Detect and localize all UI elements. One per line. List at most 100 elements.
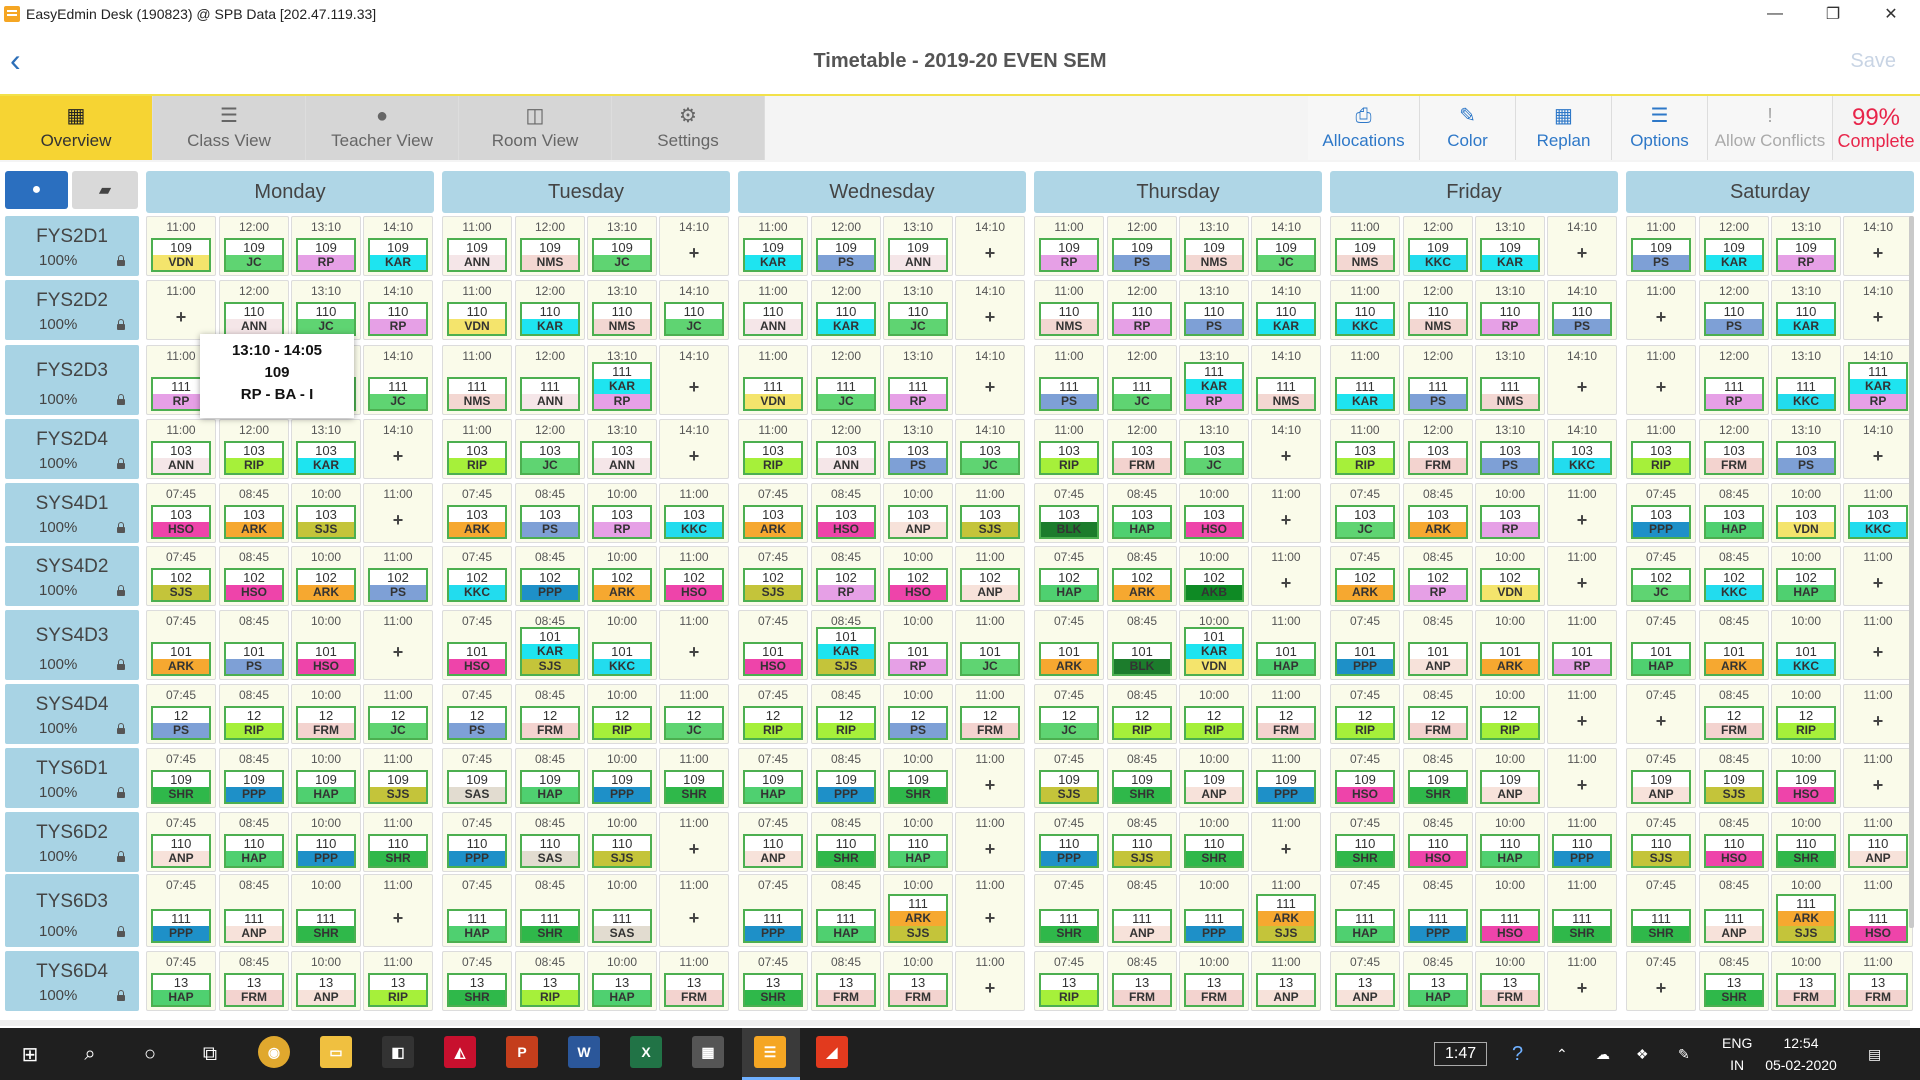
period-cell[interactable]: 08:45 109 PPP <box>219 748 289 808</box>
period-cell[interactable]: 12:00 109 JC <box>219 216 289 276</box>
period-cell[interactable]: 08:45 109 SHR <box>1107 748 1177 808</box>
period-cell[interactable]: 07:45 13 RIP <box>1034 951 1104 1011</box>
add-period-icon[interactable]: + <box>956 839 1024 860</box>
period-cell[interactable]: 07:45 102 SJS <box>738 546 808 606</box>
period-cell[interactable]: 14:10 111 KAR RP <box>1843 345 1913 415</box>
period-cell[interactable]: 07:45 109 HSO <box>1330 748 1400 808</box>
period-cell[interactable]: 11:00 103 RIP <box>442 419 512 479</box>
period-cell[interactable]: 12:00 103 FRM <box>1403 419 1473 479</box>
add-period-icon[interactable]: + <box>1844 642 1912 663</box>
period-cell[interactable]: 08:45 109 PPP <box>811 748 881 808</box>
store-icon[interactable]: ◧ <box>382 1036 414 1068</box>
period-cell[interactable]: 11:00 110 ANN <box>738 280 808 340</box>
period-cell[interactable]: 07:45 111 HAP <box>442 874 512 947</box>
period-cell[interactable]: 11:00 109 RP <box>1034 216 1104 276</box>
period-cell[interactable]: 11:00 110 KKC <box>1330 280 1400 340</box>
period-cell[interactable]: 11:00 13 FRM <box>659 951 729 1011</box>
add-period-icon[interactable]: + <box>1548 573 1616 594</box>
period-cell[interactable]: 10:00 103 VDN <box>1771 483 1841 543</box>
period-cell[interactable]: 07:45 110 ANP <box>738 812 808 872</box>
period-cell[interactable]: 10:00 110 SHR <box>1771 812 1841 872</box>
minimize-button[interactable]: — <box>1746 0 1804 28</box>
period-cell[interactable]: 07:45 12 JC <box>1034 684 1104 744</box>
period-cell[interactable]: 10:00 103 SJS <box>291 483 361 543</box>
period-cell[interactable]: 12:00 110 NMS <box>1403 280 1473 340</box>
period-cell[interactable]: 12:00 109 KAR <box>1699 216 1769 276</box>
period-cell[interactable]: 13:10 109 KAR <box>1475 216 1545 276</box>
class-row-label[interactable]: TYS6D1 100% <box>5 748 139 808</box>
add-period-icon[interactable]: + <box>364 510 432 531</box>
period-cell[interactable]: 11:00 109 SJS <box>363 748 433 808</box>
add-period-icon[interactable]: + <box>660 446 728 467</box>
period-cell[interactable]: 12:00 111 JC <box>1107 345 1177 415</box>
period-cell[interactable]: 10:00 111 SHR <box>291 874 361 947</box>
period-cell[interactable]: 10:00 101 ARK <box>1475 610 1545 680</box>
teacher-toggle-button[interactable]: ● <box>5 171 68 209</box>
empty-period-cell[interactable]: 11:00 + <box>1626 280 1696 340</box>
period-cell[interactable]: 07:45 101 HSO <box>442 610 512 680</box>
period-cell[interactable]: 11:00 12 JC <box>659 684 729 744</box>
class-row-label[interactable]: SYS4D4 100% <box>5 684 139 744</box>
period-cell[interactable]: 08:45 13 SHR <box>1699 951 1769 1011</box>
room-view-tab[interactable]: ◫ Room View <box>459 96 612 160</box>
help-icon[interactable]: ? <box>1512 1043 1523 1066</box>
add-period-icon[interactable]: + <box>1844 711 1912 732</box>
add-period-icon[interactable]: + <box>1627 307 1695 328</box>
empty-period-cell[interactable]: 14:10 + <box>659 345 729 415</box>
empty-period-cell[interactable]: 11:00 + <box>1843 684 1913 744</box>
period-cell[interactable]: 07:45 102 JC <box>1626 546 1696 606</box>
period-cell[interactable]: 10:00 111 ARK SJS <box>883 874 953 947</box>
period-cell[interactable]: 08:45 111 ANP <box>1107 874 1177 947</box>
period-cell[interactable]: 14:10 109 JC <box>1251 216 1321 276</box>
period-cell[interactable]: 10:00 13 FRM <box>1475 951 1545 1011</box>
period-cell[interactable]: 08:45 111 ANP <box>219 874 289 947</box>
clock-time[interactable]: 12:54 <box>1783 1032 1818 1054</box>
period-cell[interactable]: 11:00 109 KAR <box>738 216 808 276</box>
class-row-label[interactable]: FYS2D1 100% <box>5 216 139 276</box>
period-cell[interactable]: 10:00 12 PS <box>883 684 953 744</box>
period-cell[interactable]: 12:00 110 KAR <box>811 280 881 340</box>
language-indicator[interactable]: ENG <box>1722 1032 1752 1054</box>
empty-period-cell[interactable]: 11:00 + <box>1547 684 1617 744</box>
period-cell[interactable]: 11:00 13 FRM <box>1843 951 1913 1011</box>
word-icon[interactable]: W <box>568 1036 600 1068</box>
period-cell[interactable]: 10:00 12 RIP <box>587 684 657 744</box>
period-cell[interactable]: 07:45 111 HAP <box>1330 874 1400 947</box>
empty-period-cell[interactable]: 11:00 + <box>363 483 433 543</box>
empty-period-cell[interactable]: 11:00 + <box>1843 610 1913 680</box>
period-cell[interactable]: 13:10 110 JC <box>291 280 361 340</box>
empty-period-cell[interactable]: 11:00 + <box>1251 483 1321 543</box>
add-period-icon[interactable]: + <box>956 775 1024 796</box>
period-cell[interactable]: 12:00 111 JC <box>811 345 881 415</box>
period-cell[interactable]: 11:00 12 FRM <box>1251 684 1321 744</box>
period-cell[interactable]: 07:45 110 PPP <box>442 812 512 872</box>
period-cell[interactable]: 08:45 102 RP <box>811 546 881 606</box>
period-cell[interactable]: 11:00 12 FRM <box>955 684 1025 744</box>
period-cell[interactable]: 12:00 103 RIP <box>219 419 289 479</box>
period-cell[interactable]: 08:45 12 FRM <box>1699 684 1769 744</box>
allow-conflicts-button[interactable]: ! Allow Conflicts <box>1708 96 1833 160</box>
period-cell[interactable]: 11:00 101 HAP <box>1251 610 1321 680</box>
period-cell[interactable]: 10:00 109 ANP <box>1475 748 1545 808</box>
period-cell[interactable]: 08:45 13 HAP <box>1403 951 1473 1011</box>
period-cell[interactable]: 11:00 111 KAR <box>1330 345 1400 415</box>
period-cell[interactable]: 08:45 103 HAP <box>1699 483 1769 543</box>
period-cell[interactable]: 08:45 110 HSO <box>1403 812 1473 872</box>
add-period-icon[interactable]: + <box>660 377 728 398</box>
add-period-icon[interactable]: + <box>660 908 728 929</box>
period-cell[interactable]: 07:45 103 ARK <box>738 483 808 543</box>
period-cell[interactable]: 08:45 102 RP <box>1403 546 1473 606</box>
period-cell[interactable]: 08:45 109 SHR <box>1403 748 1473 808</box>
add-period-icon[interactable]: + <box>1252 839 1320 860</box>
period-cell[interactable]: 11:00 103 RIP <box>1330 419 1400 479</box>
period-cell[interactable]: 11:00 111 HSO <box>1843 874 1913 947</box>
replan-button[interactable]: ▦ Replan <box>1516 96 1612 160</box>
period-cell[interactable]: 07:45 109 HAP <box>738 748 808 808</box>
options-button[interactable]: ☰ Options <box>1612 96 1708 160</box>
file-explorer-icon[interactable]: ▭ <box>320 1036 352 1068</box>
period-cell[interactable]: 10:00 109 PPP <box>587 748 657 808</box>
period-cell[interactable]: 11:00 13 ANP <box>1251 951 1321 1011</box>
class-row-label[interactable]: SYS4D1 100% <box>5 483 139 543</box>
period-cell[interactable]: 13:10 109 ANN <box>883 216 953 276</box>
period-cell[interactable]: 08:45 109 SJS <box>1699 748 1769 808</box>
